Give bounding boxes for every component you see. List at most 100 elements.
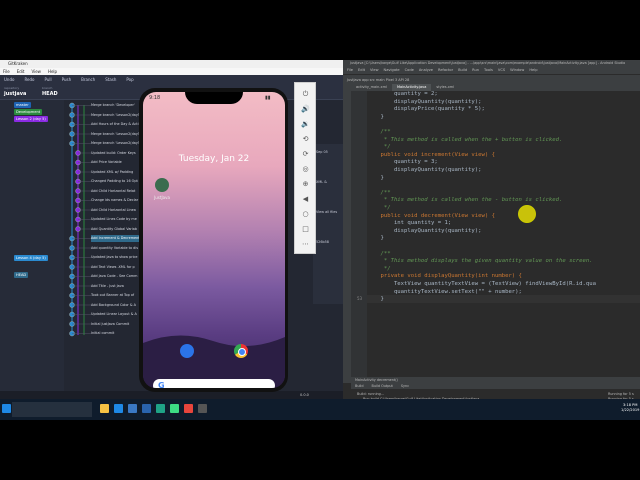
build-tab[interactable]: Build Output — [372, 383, 393, 389]
branch-ref[interactable]: master — [14, 102, 31, 108]
as-menu-item[interactable]: View — [370, 67, 379, 74]
commit-row[interactable]: Updated XML w/ Padding — [91, 169, 139, 176]
commit-row[interactable]: Add Text Views .XML for p — [91, 264, 139, 271]
branch-ref[interactable]: Lesson 2 (day 5) — [14, 116, 48, 122]
camera-icon[interactable]: ◎ — [300, 164, 311, 175]
commit-row[interactable]: Updated Lines Code by me — [91, 216, 139, 223]
taskbar-clock[interactable]: 3:18 PM 1/22/2019 — [621, 403, 639, 413]
code-line: public void increment(View view) { — [367, 151, 495, 158]
commit-row[interactable]: Initial commit — [91, 330, 139, 337]
google-search-bar[interactable]: G — [153, 379, 275, 388]
commit-row[interactable]: Merge branch 'Lesson2(day5)' — [91, 140, 139, 147]
commit-row[interactable]: Updated Linear Layout & A — [91, 311, 139, 318]
commit-row[interactable]: Add Increment & Decrement — [91, 235, 139, 242]
branch-ref[interactable]: Development — [14, 109, 43, 115]
as-toolbar[interactable]: JustJava app src main Pixel 3 API 28 — [343, 74, 640, 84]
code-line: */ — [367, 144, 391, 151]
file-explorer-icon[interactable] — [100, 404, 109, 413]
build-tab[interactable]: Sync — [401, 383, 409, 389]
gk-menu-item[interactable]: File — [3, 68, 10, 75]
gk-toolbar-button[interactable]: Branch — [81, 75, 95, 84]
mail-icon[interactable] — [128, 404, 137, 413]
commit-row[interactable]: Updated Java to show price — [91, 254, 139, 261]
commit-row[interactable]: Add Background Color & A — [91, 302, 139, 309]
commit-list: Merge branch 'Developer' Merge branch 'Le… — [91, 100, 139, 391]
gk-toolbar-button[interactable]: Redo — [24, 75, 34, 84]
editor-tab[interactable]: styles.xml — [431, 84, 459, 91]
as-menu-item[interactable]: Build — [458, 67, 467, 74]
line-gutter — [351, 91, 367, 377]
more-icon[interactable]: ⋯ — [300, 239, 311, 250]
gk-toolbar-button[interactable]: Pop — [126, 75, 133, 84]
editor-tab[interactable]: activity_main.xml — [351, 84, 392, 91]
as-menu-item[interactable]: Refactor — [438, 67, 453, 74]
volume-up-icon[interactable]: 🔊 — [300, 104, 311, 115]
letterbox-top — [0, 0, 640, 60]
gitkraken-toolbar: Undo Redo Pull Push Branch Stash Pop — [0, 75, 343, 84]
volume-down-icon[interactable]: 🔉 — [300, 119, 311, 130]
commit-row[interactable]: Add Title - Just Java — [91, 283, 139, 290]
power-icon[interactable]: ⏻ — [300, 89, 311, 100]
android-studio-icon[interactable] — [170, 404, 179, 413]
gitkraken-icon[interactable] — [156, 404, 165, 413]
overview-icon[interactable]: □ — [300, 224, 311, 235]
rotate-left-icon[interactable]: ⟲ — [300, 134, 311, 145]
home-icon[interactable]: ○ — [300, 209, 311, 220]
as-menu-item[interactable]: Edit — [358, 67, 365, 74]
as-menu-item[interactable]: Run — [472, 67, 479, 74]
code-editor[interactable]: quantity = 2; displayQuantity(quantity);… — [367, 91, 640, 377]
justjava-app-icon[interactable] — [155, 178, 169, 192]
as-menu-item[interactable]: Tools — [484, 67, 493, 74]
taskbar-search[interactable] — [12, 402, 92, 417]
as-menu-item[interactable]: VCS — [498, 67, 505, 74]
gk-menu-item[interactable]: Help — [48, 68, 57, 75]
commit-row[interactable]: Add Quantity Global Variab — [91, 226, 139, 233]
zoom-icon[interactable]: ⊕ — [300, 179, 311, 190]
commit-row[interactable]: Merge branch 'Lesson2(day5)' — [91, 112, 139, 119]
gk-toolbar-button[interactable]: Undo — [4, 75, 14, 84]
windows-start-icon[interactable] — [2, 404, 11, 413]
back-icon[interactable]: ◀ — [300, 194, 311, 205]
store-icon[interactable] — [142, 404, 151, 413]
chrome-icon[interactable] — [234, 344, 248, 358]
branch-label: branch — [42, 86, 53, 90]
messages-icon[interactable] — [180, 344, 194, 358]
repo-name[interactable]: justjava — [4, 91, 26, 97]
commit-row[interactable]: Took out Banner at Top of — [91, 292, 139, 299]
as-menu-item[interactable]: Help — [529, 67, 537, 74]
editor-tab[interactable]: MainActivity.java — [391, 84, 432, 91]
rotate-right-icon[interactable]: ⟳ — [300, 149, 311, 160]
mouse-highlight — [518, 205, 536, 223]
chrome-icon[interactable] — [184, 404, 193, 413]
build-tab[interactable]: Build — [355, 383, 364, 389]
commit-row[interactable]: Change ids names & Declar — [91, 197, 139, 204]
commit-row[interactable]: Merge branch 'Lesson2(day5)' — [91, 131, 139, 138]
as-menu-item[interactable]: Window — [510, 67, 524, 74]
commit-row[interactable]: Add Child Horizontal Linea — [91, 207, 139, 214]
as-menu-item[interactable]: File — [347, 67, 353, 74]
branch-ref[interactable]: HEAD — [14, 272, 29, 278]
gk-toolbar-button[interactable]: Stash — [105, 75, 116, 84]
commit-row[interactable]: Merge branch 'Developer' — [91, 102, 139, 109]
as-menu-item[interactable]: Navigate — [384, 67, 400, 74]
commit-row[interactable]: Add Hours of the Day & Acti — [91, 121, 139, 128]
branch-ref[interactable]: Lesson 4 (day 5) — [14, 255, 48, 261]
gk-toolbar-button[interactable]: Pull — [45, 75, 52, 84]
as-menu-item[interactable]: Code — [405, 67, 414, 74]
code-line: } — [367, 296, 384, 303]
gk-toolbar-button[interactable]: Push — [62, 75, 72, 84]
commit-row[interactable]: Add Price Variable — [91, 159, 139, 166]
commit-row[interactable]: Add Java Code - See Comm — [91, 273, 139, 280]
commit-row[interactable]: Updated build: Order Keys — [91, 150, 139, 157]
gk-menu-item[interactable]: View — [31, 68, 41, 75]
commit-row[interactable]: Changed Padding to 16 Opt — [91, 178, 139, 185]
emulator-screen[interactable]: 9:18 ▮▮ Tuesday, Jan 22 JustJava G ◀ ● ■ — [143, 92, 285, 388]
commit-row[interactable]: Add quantity Variable to dis — [91, 245, 139, 252]
commit-row[interactable]: Add Child Horizontal Relat — [91, 188, 139, 195]
branch-name[interactable]: HEAD — [42, 91, 58, 97]
gk-menu-item[interactable]: Edit — [17, 68, 25, 75]
terminal-icon[interactable] — [198, 404, 207, 413]
as-menu-item[interactable]: Analyze — [419, 67, 433, 74]
commit-row[interactable]: Initial JustJava Commit — [91, 321, 139, 328]
browser-icon[interactable] — [114, 404, 123, 413]
